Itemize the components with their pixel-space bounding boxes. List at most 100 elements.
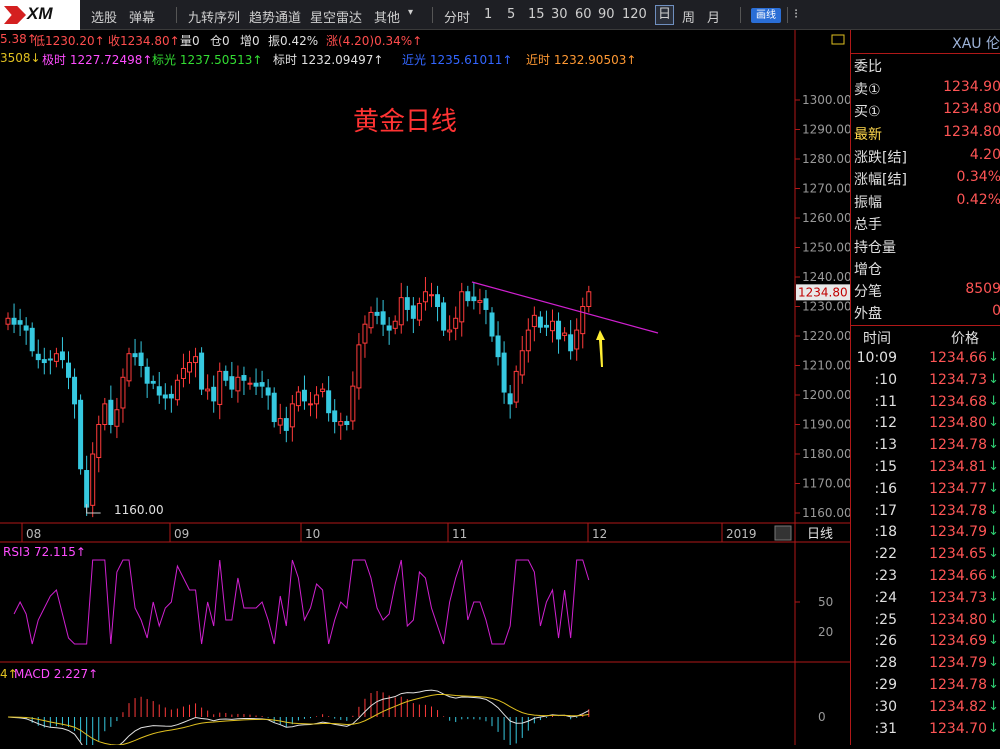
- toolbar-day-button[interactable]: 日: [655, 5, 675, 25]
- candle-body: [429, 294, 434, 297]
- candle-body: [72, 376, 78, 405]
- price-tick-label: 1200.00: [802, 388, 850, 402]
- tick-price: 1234.79: [929, 655, 987, 672]
- toolbar-other-button[interactable]: 其他: [374, 7, 400, 26]
- more-icon[interactable]: ⁝: [794, 7, 798, 22]
- candle-body: [374, 311, 380, 316]
- candle-body: [41, 359, 47, 364]
- candle-body: [35, 353, 41, 361]
- candle-body: [162, 394, 168, 399]
- toolbar-fenshi-button[interactable]: 分时: [444, 7, 470, 26]
- candle-body: [253, 382, 259, 387]
- candle-body: [295, 391, 301, 407]
- candle-body: [320, 388, 326, 392]
- quote-row-label: 最新: [854, 127, 882, 143]
- candle-body: [114, 409, 120, 427]
- chart-svg[interactable]: 黄金日线 1300.00 1290.00 1280.00 1270.00 1260.00 1…: [0, 30, 852, 749]
- candle-body: [447, 329, 453, 333]
- tick-down-arrow-icon: ↓: [988, 611, 999, 627]
- time-tick-label: 2019: [726, 527, 757, 541]
- tick-row: :13 1234.78 ↓: [853, 435, 1000, 457]
- candle-body: [180, 367, 186, 379]
- toolbar-p15-button[interactable]: 15: [528, 7, 545, 22]
- candle-body: [368, 311, 374, 329]
- candle-body: [156, 386, 162, 396]
- time-scroll-button: [774, 525, 792, 541]
- toolbar-jiuzhuan-button[interactable]: 九转序列: [188, 7, 240, 26]
- tick-down-arrow-icon: ↓: [988, 655, 999, 671]
- tick-down-arrow-icon: ↓: [988, 502, 999, 518]
- toolbar-separator: [176, 7, 177, 23]
- toolbar-xuangu-button[interactable]: 选股: [91, 7, 117, 26]
- candle-body: [120, 376, 126, 409]
- current-price-label: 1234.80: [798, 285, 848, 299]
- price-tick-label: 1230.00: [802, 300, 850, 314]
- toolbar-p90-button[interactable]: 90: [598, 7, 615, 22]
- toolbar-p60-button[interactable]: 60: [575, 7, 592, 22]
- quote-panel: XAU 伦委比 卖① 1234.90 买① 1234.80 最新 1234.80 涨跌[结] 4…: [850, 30, 1000, 745]
- quote-row-value: 0.34%: [956, 169, 1000, 185]
- toolbar-star-radar-button[interactable]: 星空雷达: [310, 7, 362, 26]
- tick-price: 1234.78: [929, 677, 987, 693]
- price-tick-label: 1280.00: [802, 152, 850, 166]
- candle-body: [550, 320, 555, 332]
- quote-row: 总手: [853, 212, 1000, 234]
- other-dropdown-icon[interactable]: ▾: [408, 7, 413, 18]
- tick-row: :30 1234.82 ↓: [853, 697, 1000, 719]
- candle-body: [259, 382, 265, 387]
- candle-body: [410, 305, 416, 319]
- tick-price: 1234.78: [929, 437, 987, 454]
- toolbar-danmu-button[interactable]: 弹幕: [129, 7, 155, 26]
- indicator-info-item: 标光 1237.50513↑: [152, 53, 263, 67]
- chart-area[interactable]: 黄金日线 1300.00 1290.00 1280.00 1270.00 1260.00 1…: [0, 30, 852, 749]
- candle-body: [241, 375, 247, 381]
- quote-row: 买① 1234.80: [853, 99, 1000, 121]
- time-tick-label: 09: [174, 527, 189, 541]
- toolbar-p120-button[interactable]: 120: [622, 7, 647, 22]
- quote-info-item: 收1234.80↑: [108, 34, 180, 48]
- time-tick-label: 10: [305, 527, 320, 541]
- candle-body: [90, 453, 96, 506]
- tick-time: :18: [874, 524, 897, 541]
- toolbar-p5-button[interactable]: 5: [507, 7, 515, 22]
- tick-down-arrow-icon: ↓: [988, 459, 999, 474]
- rsi-tick-label: 20: [818, 625, 833, 639]
- tick-header-price: 价格: [951, 331, 979, 347]
- xm-logo[interactable]: XM: [0, 0, 80, 30]
- quote-info-item: 低1230.20↑: [33, 34, 105, 48]
- quote-row-label: 买①: [854, 104, 881, 120]
- toolbar-month-button[interactable]: 月: [707, 7, 720, 26]
- toolbar: XM 选股 弹幕 九转序列 趋势通道 星空雷达 其他 分时 1 5 15 30 60 90 120 日周月 ▾…: [0, 0, 1000, 30]
- price-tick-label: 1300.00: [802, 93, 850, 107]
- quote-row-value: 4.20: [969, 147, 1000, 163]
- tick-row: :28 1234.79 ↓: [853, 653, 1000, 675]
- toolbar-separator: [787, 7, 788, 23]
- toolbar-p1-button[interactable]: 1: [484, 7, 492, 22]
- toolbar-p30-button[interactable]: 30: [551, 7, 568, 22]
- candle-body: [326, 390, 332, 414]
- quote-row: 振幅 0.42%: [853, 190, 1000, 212]
- candle-body: [435, 294, 441, 308]
- tick-time: :30: [874, 698, 897, 715]
- quote-row-label: 涨跌[结]: [854, 150, 907, 166]
- xm-logo-mark-icon: [4, 6, 26, 24]
- draw-line-button[interactable]: 画线: [751, 8, 781, 23]
- candle-body: [507, 393, 513, 405]
- candle-body: [386, 325, 392, 331]
- candle-body: [78, 399, 84, 470]
- tick-row: :16 1234.77 ↓: [853, 479, 1000, 501]
- xm-logo-text: XM: [27, 4, 53, 23]
- tick-down-arrow-icon: ↓: [988, 720, 999, 736]
- indicator-info-item: 极时 1227.72498↑: [42, 53, 153, 67]
- candle-body: [168, 393, 174, 399]
- toolbar-week-button[interactable]: 周: [682, 7, 695, 26]
- tick-price: 1234.73: [929, 371, 987, 388]
- candle-body: [23, 325, 29, 331]
- tick-time: :11: [874, 393, 897, 410]
- price-tick-label: 1250.00: [802, 241, 850, 255]
- quote-row-label: 卖①: [854, 82, 881, 98]
- quote-info-item: 涨(4.20)0.34%↑: [326, 34, 423, 48]
- toolbar-trend-channel-button[interactable]: 趋势通道: [249, 7, 301, 26]
- price-tick-label: 1240.00: [802, 270, 850, 284]
- price-tick-label: 1180.00: [802, 447, 850, 461]
